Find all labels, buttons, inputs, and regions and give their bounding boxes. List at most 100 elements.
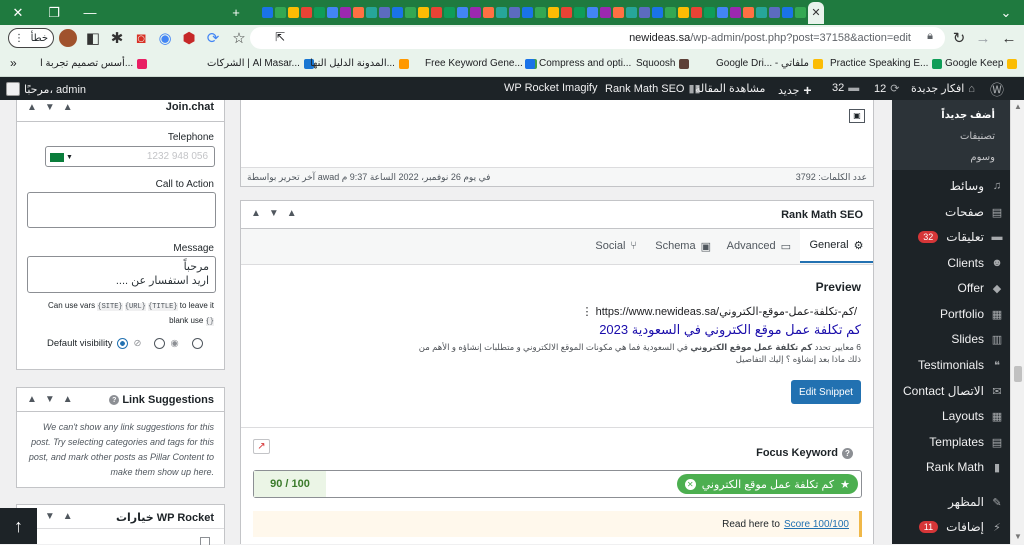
menu-portfolio[interactable]: Portfolio ▦: [940, 307, 1004, 321]
address-bar[interactable]: ⇱ newideas.sa/wp-admin/post.php?post=371…: [250, 27, 945, 49]
focus-keyword-input[interactable]: 90 / 100 ✕ كم تكلفة عمل موقع الكتروني ★: [253, 470, 862, 498]
bookmark-item[interactable]: Squoosh: [636, 58, 690, 69]
tab-favicon-icon[interactable]: [756, 7, 767, 18]
tab-favicon-icon[interactable]: [444, 7, 455, 18]
cta-textarea[interactable]: [27, 192, 216, 228]
panel-move-arrows[interactable]: ▲▼▲: [27, 394, 81, 405]
tab-favicon-icon[interactable]: [704, 7, 715, 18]
star-icon[interactable]: ★: [840, 478, 850, 491]
tab-favicon-icon[interactable]: [431, 7, 442, 18]
preview-title[interactable]: كم تكلفة عمل موقع الكتروني في السعودية 2…: [599, 322, 861, 338]
bookmark-item[interactable]: Practice Speaking E...: [830, 58, 943, 69]
scroll-down-icon[interactable]: ▼: [1014, 532, 1022, 541]
minimize-window-icon[interactable]: —: [72, 0, 108, 25]
tab-favicon-icon[interactable]: [457, 7, 468, 18]
menu-layouts[interactable]: Layouts ▦: [942, 409, 1004, 423]
my-account[interactable]: مرحبًا، admin: [6, 82, 86, 96]
tab-schema[interactable]: Schema ▣: [655, 229, 711, 263]
rank-math-menu[interactable]: Rank Math SEO ▮▮: [605, 82, 701, 96]
tab-favicon-icon[interactable]: [366, 7, 377, 18]
menu-offer[interactable]: Offer ◆: [958, 281, 1004, 295]
tab-favicon-icon[interactable]: [418, 7, 429, 18]
tab-favicon-icon[interactable]: [340, 7, 351, 18]
tab-favicon-icon[interactable]: [691, 7, 702, 18]
submenu-add-new[interactable]: أضف جديداً: [941, 110, 995, 121]
more-dots-icon[interactable]: ⋮: [582, 306, 596, 318]
tab-favicon-icon[interactable]: [743, 7, 754, 18]
new-tab-button[interactable]: +: [218, 0, 254, 25]
close-tab-icon[interactable]: ✕: [811, 6, 820, 19]
panel-move-arrows[interactable]: ▲▼▲: [27, 102, 81, 113]
new-content-menu[interactable]: جديد +: [778, 82, 812, 98]
restore-window-icon[interactable]: ❐: [36, 0, 72, 25]
updates-link[interactable]: 12 ⟳: [874, 82, 899, 96]
menu-contact[interactable]: Contact الاتصال ✉: [903, 384, 1004, 398]
tab-favicon-icon[interactable]: [678, 7, 689, 18]
menu-testimonials[interactable]: Testimonials ❝: [918, 358, 1004, 372]
tab-favicon-icon[interactable]: [613, 7, 624, 18]
wp-rocket-menu[interactable]: WP Rocket: [504, 82, 559, 94]
menu-templates[interactable]: Templates ▤: [929, 435, 1004, 449]
reload-icon[interactable]: ↻: [946, 25, 972, 51]
tab-favicon-icon[interactable]: [535, 7, 546, 18]
bookmark-item[interactable]: الشركات | Al Masar...: [207, 58, 314, 69]
fullscreen-icon[interactable]: ▣: [849, 109, 865, 123]
tab-favicon-icon[interactable]: [275, 7, 286, 18]
scroll-to-top-button[interactable]: ↑: [0, 508, 37, 544]
close-window-icon[interactable]: ✕: [0, 0, 36, 25]
bookmark-item[interactable]: Google Dri... - ملفاتي: [716, 58, 823, 69]
panel-move-arrows[interactable]: ▲▼▲: [251, 208, 305, 219]
view-post-link[interactable]: مشاهدة المقالة: [695, 82, 765, 95]
help-icon[interactable]: ?: [842, 447, 853, 459]
back-icon[interactable]: ←: [996, 25, 1022, 51]
sidebar-icon[interactable]: ◧: [80, 25, 106, 51]
chrome-extension-icon[interactable]: ◉: [152, 25, 178, 51]
site-name-link[interactable]: افكار جديدة ⌂: [911, 82, 975, 96]
score-link[interactable]: Score 100/100: [784, 519, 849, 530]
tab-advanced[interactable]: Advanced ▭: [727, 229, 791, 263]
visibility-shown-radio[interactable]: [191, 338, 203, 349]
telephone-input[interactable]: 1232 948 056 ▼: [45, 146, 215, 167]
tab-favicon-icon[interactable]: [652, 7, 663, 18]
bookmark-item[interactable]: المدونة الدليل النها...: [310, 58, 409, 69]
menu-appearance[interactable]: المظهر ✎: [948, 495, 1004, 509]
bookmark-item[interactable]: Free Keyword Gene...: [425, 58, 537, 69]
more-bookmarks-icon[interactable]: »: [10, 56, 17, 70]
tab-favicon-icon[interactable]: [522, 7, 533, 18]
bookmark-item[interactable]: Google Keep: [945, 58, 1018, 69]
error-button[interactable]: ⋮ خطأ: [8, 28, 54, 48]
imagify-menu[interactable]: Imagify: [562, 82, 597, 94]
menu-comments[interactable]: 32 تعليقات ▬: [918, 230, 1004, 244]
edit-snippet-button[interactable]: Edit Snippet: [791, 380, 861, 404]
menu-slides[interactable]: Slides ▥: [951, 332, 1004, 346]
tab-favicon-icon[interactable]: [262, 7, 273, 18]
bookmark-star-icon[interactable]: ☆: [226, 25, 252, 51]
tab-favicon-icon[interactable]: [392, 7, 403, 18]
tab-favicon-icon[interactable]: [665, 7, 676, 18]
bookmark-item[interactable]: أسس تصميم تجربة ا...: [40, 58, 148, 69]
adblock-extension-icon[interactable]: ⬢: [176, 25, 202, 51]
tab-favicon-icon[interactable]: [327, 7, 338, 18]
keyword-tag[interactable]: ✕ كم تكلفة عمل موقع الكتروني ★: [676, 474, 858, 494]
menu-plugins[interactable]: 11 إضافات ⚡: [918, 520, 1004, 534]
tab-favicon-icon[interactable]: [626, 7, 637, 18]
submenu-categories[interactable]: تصنيفات: [960, 131, 995, 142]
menu-media[interactable]: وسائط ♫: [950, 179, 1004, 193]
share-icon[interactable]: ⇱: [275, 30, 285, 44]
tab-favicon-icon[interactable]: [379, 7, 390, 18]
bookmark-item[interactable]: Compress and opti...: [525, 58, 631, 69]
scroll-up-icon[interactable]: ▲: [1014, 102, 1022, 111]
tab-general[interactable]: General ⚙: [800, 229, 873, 263]
comments-link[interactable]: 32 ▬: [832, 82, 859, 94]
menu-clients[interactable]: Clients ☻: [947, 256, 1004, 270]
visibility-default-radio[interactable]: [117, 338, 129, 349]
country-selector[interactable]: ▼: [50, 151, 76, 163]
tab-favicon-icon[interactable]: [587, 7, 598, 18]
help-icon[interactable]: ?: [109, 395, 120, 405]
trends-icon[interactable]: ↗: [253, 439, 270, 454]
tab-favicon-icon[interactable]: [496, 7, 507, 18]
tab-favicon-icon[interactable]: [301, 7, 312, 18]
remove-keyword-icon[interactable]: ✕: [684, 478, 696, 490]
visibility-hidden-radio[interactable]: [154, 338, 166, 349]
tab-favicon-icon[interactable]: [353, 7, 364, 18]
